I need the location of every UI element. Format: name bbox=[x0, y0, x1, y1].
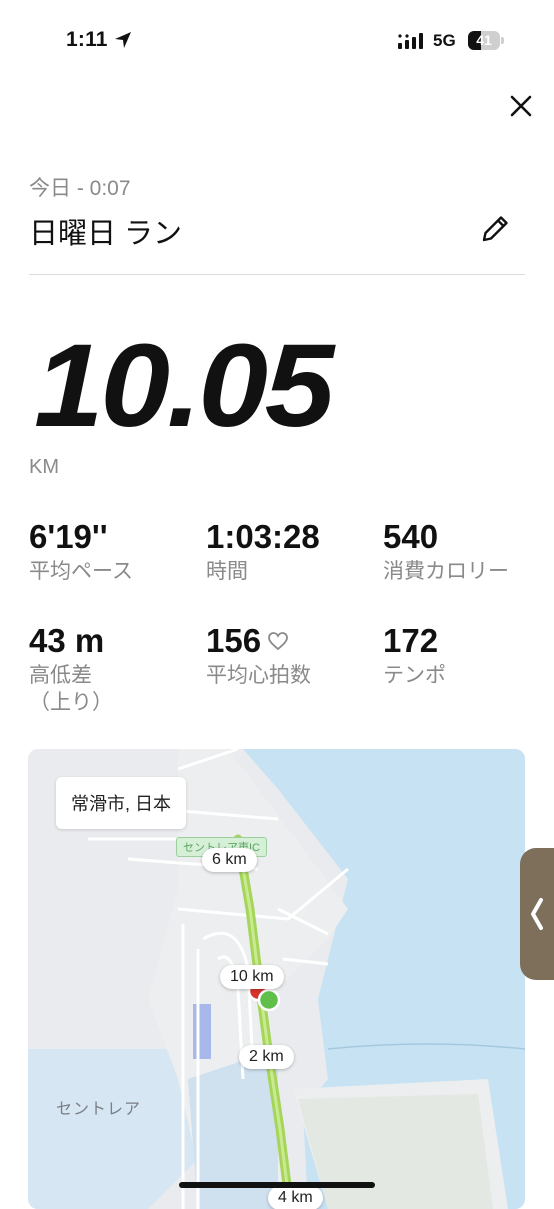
close-button[interactable] bbox=[505, 90, 537, 122]
distance-unit: KM bbox=[29, 456, 59, 478]
network-type: 5G bbox=[433, 31, 456, 50]
route-map[interactable]: 常滑市, 日本 セントレア東IC 6 km 10 km 2 km 4 km セン… bbox=[28, 749, 525, 1209]
activity-date: 今日 - 0:07 bbox=[29, 177, 131, 200]
km-marker-2: 2 km bbox=[239, 1045, 294, 1069]
stat-cadence: 172 テンポ bbox=[383, 622, 446, 689]
stat-label: 平均心拍数 bbox=[206, 664, 311, 687]
chevron-left-icon bbox=[531, 898, 543, 930]
status-time: 1:11 bbox=[66, 28, 108, 51]
stat-label: 時間 bbox=[206, 560, 248, 583]
side-panel-handle[interactable] bbox=[520, 848, 554, 980]
location-label: 常滑市, 日本 bbox=[56, 777, 187, 829]
stat-value: 172 bbox=[383, 622, 439, 659]
km-marker-10: 10 km bbox=[220, 965, 284, 989]
stat-heart-rate: 156 平均心拍数 bbox=[206, 622, 311, 689]
stat-label: 平均ペース bbox=[29, 560, 133, 583]
stat-duration: 1:03:28 時間 bbox=[206, 518, 320, 585]
location-arrow-icon bbox=[115, 32, 131, 48]
stat-elevation: 43 m 高低差 （上り） bbox=[29, 622, 113, 716]
stat-value: 156 bbox=[206, 622, 262, 659]
stat-calories: 540 消費カロリー bbox=[383, 518, 509, 585]
distance-value: 10.05 bbox=[34, 320, 334, 452]
place-name: セントレア bbox=[56, 1101, 142, 1118]
battery-icon: 41 bbox=[468, 31, 506, 51]
stat-label: 高低差 （上り） bbox=[29, 664, 113, 714]
home-indicator[interactable] bbox=[179, 1182, 375, 1188]
signal-icon bbox=[398, 33, 423, 49]
stat-value: 540 bbox=[383, 518, 439, 555]
activity-title: 日曜日 ラン bbox=[29, 218, 183, 250]
stat-label: テンポ bbox=[383, 664, 446, 687]
stat-label: 消費カロリー bbox=[383, 560, 509, 583]
stat-value: 1:03:28 bbox=[206, 518, 320, 555]
edit-button[interactable] bbox=[478, 212, 512, 246]
start-marker bbox=[257, 988, 281, 1012]
km-marker-4: 4 km bbox=[268, 1186, 323, 1209]
divider bbox=[29, 274, 525, 275]
stat-avg-pace: 6'19'' 平均ペース bbox=[29, 518, 133, 585]
stat-value: 6'19'' bbox=[29, 518, 108, 555]
stat-value: 43 m bbox=[29, 622, 105, 659]
battery-level: 41 bbox=[476, 32, 492, 48]
pencil-icon bbox=[482, 216, 508, 242]
close-icon bbox=[510, 95, 532, 117]
heart-outline-icon bbox=[268, 632, 288, 651]
km-marker-6: 6 km bbox=[202, 848, 257, 872]
